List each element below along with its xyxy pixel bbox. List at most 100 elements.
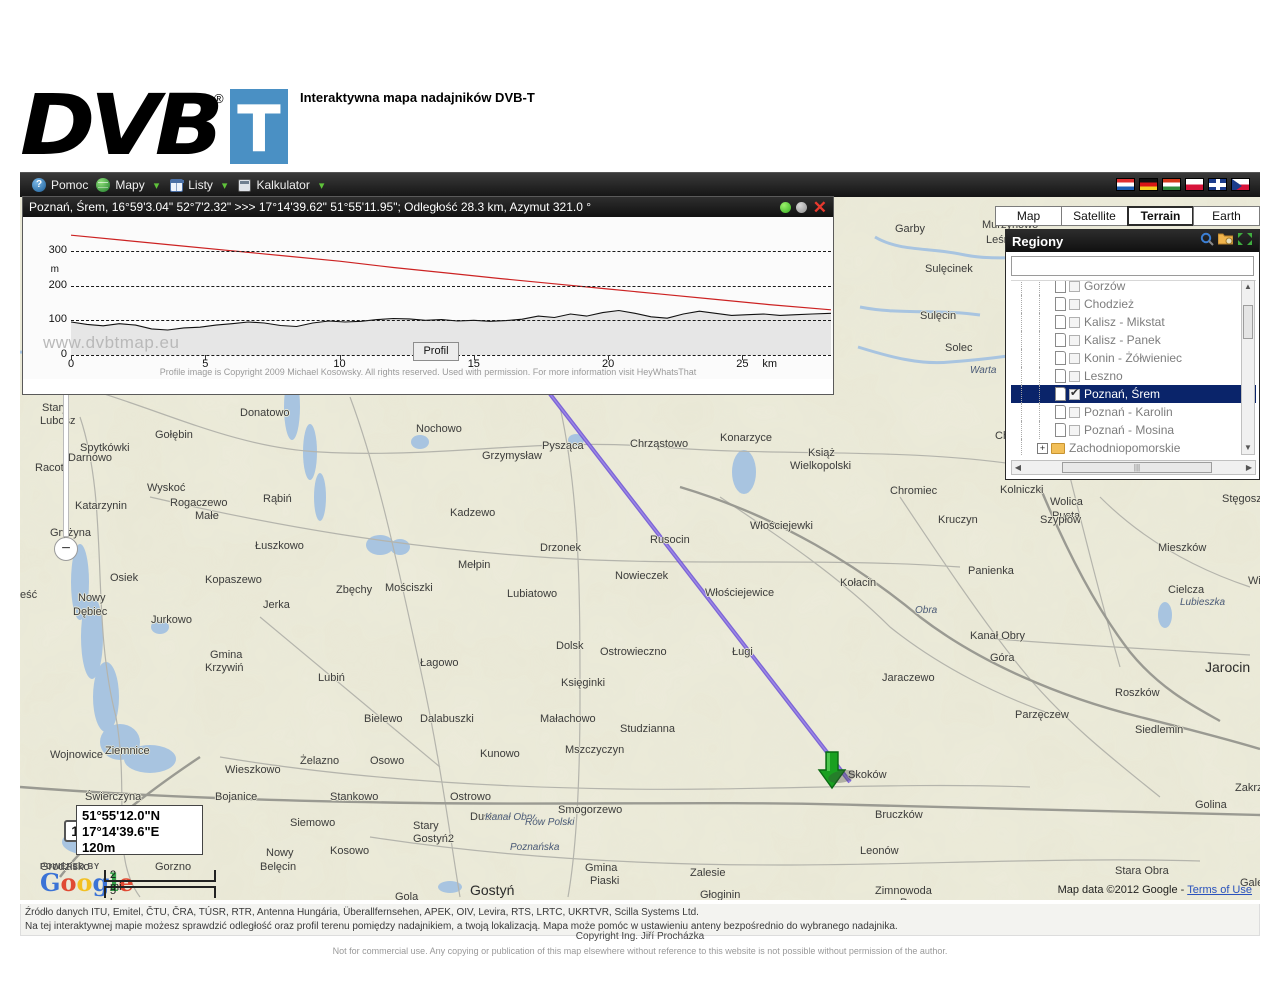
zoom-slider-track[interactable] — [63, 387, 69, 537]
folder-icon[interactable] — [1218, 232, 1233, 250]
horizontal-scroll-thumb[interactable]: ||| — [1062, 462, 1212, 473]
map-label: Lubiatowo — [507, 588, 557, 600]
tree-checkbox[interactable] — [1069, 371, 1080, 382]
map-type-tab-earth[interactable]: Earth — [1193, 206, 1260, 226]
tree-item[interactable]: Poznań - Mosina — [1011, 421, 1256, 439]
scroll-down-arrow-icon[interactable]: ▼ — [1242, 442, 1254, 454]
regions-vertical-scrollbar[interactable]: ▲ ▼ — [1241, 280, 1255, 455]
tree-checkbox[interactable] — [1069, 317, 1080, 328]
scroll-up-arrow-icon[interactable]: ▲ — [1242, 281, 1254, 293]
tree-item[interactable]: Poznań - Karolin — [1011, 403, 1256, 421]
tree-item[interactable]: Poznań, Śrem — [1011, 385, 1256, 403]
scroll-right-arrow-icon[interactable]: ▶ — [1243, 462, 1255, 474]
tree-item-label: Leszno — [1084, 369, 1123, 383]
transmitter-marker[interactable] — [815, 750, 849, 790]
map-label: Bojanice — [215, 791, 257, 803]
site-footer: Źródło danych ITU, Emitel, ČTU, ČRA, TÚS… — [0, 900, 1280, 984]
grid-icon — [170, 179, 183, 192]
map-label: Cielcza — [1168, 584, 1204, 596]
regions-horizontal-scrollbar[interactable]: ◀ ||| ▶ — [1011, 460, 1256, 475]
map-label: Kołacin — [840, 577, 876, 589]
map-label: Jurkowo — [151, 614, 192, 626]
scroll-left-arrow-icon[interactable]: ◀ — [1012, 462, 1024, 474]
close-icon[interactable]: ✕ — [813, 201, 827, 214]
map-label: Katarzynin — [75, 500, 127, 512]
regions-panel-title: Regiony — [1012, 234, 1196, 249]
chevron-down-icon-kalkulator[interactable]: ▾ — [319, 179, 325, 192]
tree-checkbox[interactable] — [1069, 425, 1080, 436]
tree-item[interactable]: Gorzów — [1011, 280, 1256, 295]
source-line: Źródło danych ITU, Emitel, ČTU, ČRA, TÚS… — [25, 906, 1255, 920]
tree-checkbox[interactable] — [1069, 389, 1080, 400]
chevron-down-icon-mapy[interactable]: ▾ — [154, 179, 160, 192]
menu-item-listy[interactable]: Listy ▾ — [166, 173, 234, 198]
map-label: Stary — [413, 820, 439, 832]
site-header: DVB ® T Interaktywna mapa nadajników DVB… — [0, 0, 1280, 172]
logo-t-badge: T — [230, 89, 288, 164]
tree-indent — [1013, 295, 1055, 313]
chevron-down-icon-listy[interactable]: ▾ — [222, 179, 228, 192]
flag-uk-icon[interactable] — [1208, 178, 1227, 191]
flag-poland-icon[interactable] — [1185, 178, 1204, 191]
map-type-tab-terrain[interactable]: Terrain — [1127, 206, 1194, 226]
map-zoom-control[interactable]: − — [54, 387, 78, 561]
map-type-tab-satellite[interactable]: Satellite — [1061, 206, 1128, 226]
map-label: Mościszki — [385, 582, 433, 594]
menu-item-mapy[interactable]: Mapy ▾ — [92, 173, 166, 198]
tree-checkbox[interactable] — [1069, 353, 1080, 364]
expand-plus-icon[interactable]: + — [1037, 443, 1048, 454]
map-label: Wyskoć — [147, 482, 185, 494]
tree-checkbox[interactable] — [1069, 281, 1080, 292]
map-label: Łuszkowo — [255, 540, 304, 552]
regions-tree[interactable]: GorzówChodzieżKalisz - MikstatKalisz - P… — [1011, 280, 1256, 455]
map-label: Kruczyn — [938, 514, 978, 526]
menu-item-kalkulator[interactable]: Kalkulator ▾ — [234, 173, 331, 198]
coordinate-readout-box: 51°55'12.0"N 17°14'39.6"E 120m — [76, 805, 203, 855]
tree-indent — [1013, 331, 1055, 349]
map-label: Kopaszewo — [205, 574, 262, 586]
tree-folder[interactable]: +Zachodniopomorskie — [1011, 439, 1256, 455]
tree-indent — [1013, 280, 1055, 295]
flag-czech-icon[interactable] — [1231, 178, 1250, 191]
map-label: Studzianna — [620, 723, 675, 735]
footer-copyright: Copyright Ing. Jiří Procházka — [0, 931, 1280, 942]
gridline — [71, 286, 831, 287]
chart-plot-area: 0100200300m 0510152025km — [71, 223, 831, 355]
tree-checkbox[interactable] — [1069, 335, 1080, 346]
flag-croatia-icon[interactable] — [1116, 178, 1135, 191]
terms-of-use-link[interactable]: Terms of Use — [1187, 884, 1252, 896]
tree-checkbox[interactable] — [1069, 299, 1080, 310]
map-label: Konarzyce — [720, 432, 772, 444]
coordinate-longitude: 17°14'39.6"E — [82, 824, 197, 840]
flag-germany-icon[interactable] — [1139, 178, 1158, 191]
regions-panel: Regiony GorzówChodzieżKalisz - MikstatKa… — [1005, 229, 1260, 480]
menu-item-pomoc[interactable]: Pomoc — [28, 173, 92, 198]
flag-hungary-icon[interactable] — [1162, 178, 1181, 191]
maximize-button[interactable] — [796, 202, 807, 213]
map-label: Mieszków — [1158, 542, 1206, 554]
map-label: Siedlemin — [1135, 724, 1183, 736]
map-label: Leonów — [860, 845, 899, 857]
map-label: Dębiec — [73, 606, 107, 618]
map-type-tab-map[interactable]: Map — [995, 206, 1062, 226]
minimize-button[interactable] — [780, 202, 791, 213]
map-label: Żelazno — [300, 755, 339, 767]
map-label: Gmina — [210, 649, 242, 661]
tree-item[interactable]: Kalisz - Mikstat — [1011, 313, 1256, 331]
expand-icon[interactable] — [1237, 232, 1253, 251]
tree-item[interactable]: Chodzież — [1011, 295, 1256, 313]
tree-indent — [1013, 349, 1055, 367]
tree-item[interactable]: Kalisz - Panek — [1011, 331, 1256, 349]
map-label: Gołębin — [155, 429, 193, 441]
map-label: Góra — [990, 652, 1014, 664]
regions-search-input[interactable] — [1011, 256, 1254, 276]
tree-item[interactable]: Leszno — [1011, 367, 1256, 385]
map-label: Wil — [1248, 575, 1260, 587]
map-label: Dolsk — [556, 640, 584, 652]
zoom-out-button[interactable]: − — [54, 537, 78, 561]
tree-item[interactable]: Konin - Żółwieniec — [1011, 349, 1256, 367]
tree-checkbox[interactable] — [1069, 407, 1080, 418]
profil-button[interactable]: Profil — [413, 342, 459, 361]
search-icon[interactable] — [1200, 232, 1214, 251]
vertical-scroll-thumb[interactable] — [1243, 305, 1253, 339]
